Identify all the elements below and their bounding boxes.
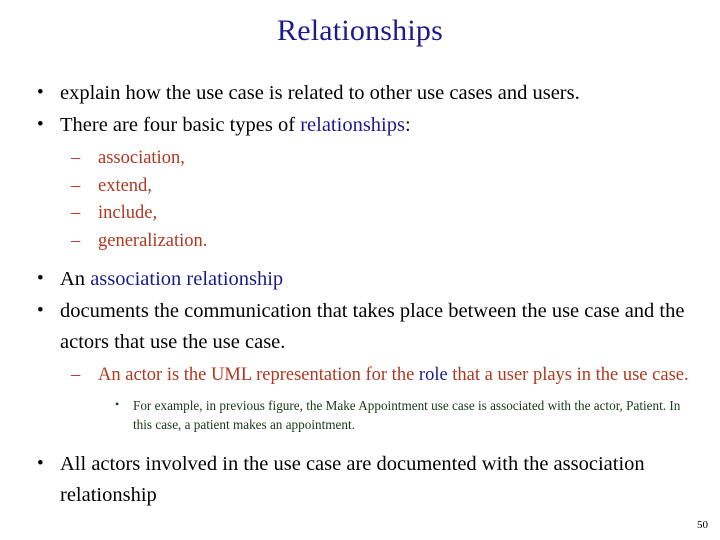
bullet-example-appointment: For example, in previous figure, the Mak… — [107, 395, 694, 434]
bullet-an-prefix: An — [60, 268, 91, 290]
page-number: 50 — [697, 519, 708, 531]
bullet-association-relationship-keyword: association relationship — [90, 268, 284, 290]
relationship-type-label: association, — [98, 148, 185, 168]
bullet-documents-communication: documents the communication that takes p… — [26, 295, 694, 358]
bullet-actor-suffix: that a user plays in the use case. — [447, 365, 689, 385]
bullet-four-basic-types-suffix: : — [404, 114, 411, 136]
example-note-list: For example, in previous figure, the Mak… — [26, 395, 694, 434]
bullet-four-basic-types-prefix: There are four basic types of — [60, 114, 301, 136]
relationship-type-label: extend, — [98, 175, 152, 196]
bullet-list-level-1-continued: An association relationship documents th… — [26, 263, 694, 358]
list-item: generalization. — [65, 228, 694, 256]
bullet-all-actors-documented: All actors involved in the use case are … — [26, 448, 694, 511]
bullet-explain-text: explain how the use case is related to o… — [60, 82, 580, 104]
bullet-actor-prefix: An actor is the UML representation for t… — [98, 365, 419, 385]
bullet-role-keyword: role — [418, 365, 448, 385]
bullet-list-level-1-final: All actors involved in the use case are … — [26, 448, 694, 511]
slide: Relationships explain how the use case i… — [0, 0, 720, 540]
bullet-four-basic-types-keyword: relationships — [300, 114, 405, 136]
relationship-types-list: association, extend, include, generaliza… — [26, 145, 694, 255]
list-item: include, — [65, 200, 694, 228]
bullet-four-basic-types: There are four basic types of relationsh… — [26, 109, 694, 141]
example-note-line-1: For example, in previous figure, the Mak… — [133, 397, 545, 413]
bullet-all-actors-text: All actors involved in the use case are … — [60, 452, 645, 506]
page-title: Relationships — [277, 14, 443, 47]
bullet-list-level-1: explain how the use case is related to o… — [26, 77, 694, 141]
bullet-explain-use-case: explain how the use case is related to o… — [26, 77, 694, 109]
bullet-documents-line-1: documents the communication that takes p… — [60, 300, 580, 322]
actor-definition-list: An actor is the UML representation for t… — [26, 362, 694, 390]
bullet-actor-uml-representation: An actor is the UML representation for t… — [65, 362, 694, 390]
relationship-type-label: include, — [98, 203, 158, 223]
relationship-type-label: generalization. — [98, 230, 208, 251]
slide-body: explain how the use case is related to o… — [26, 77, 694, 512]
list-item: extend, — [65, 173, 694, 201]
bullet-an-association-relationship: An association relationship — [26, 263, 694, 295]
list-item: association, — [65, 145, 694, 173]
